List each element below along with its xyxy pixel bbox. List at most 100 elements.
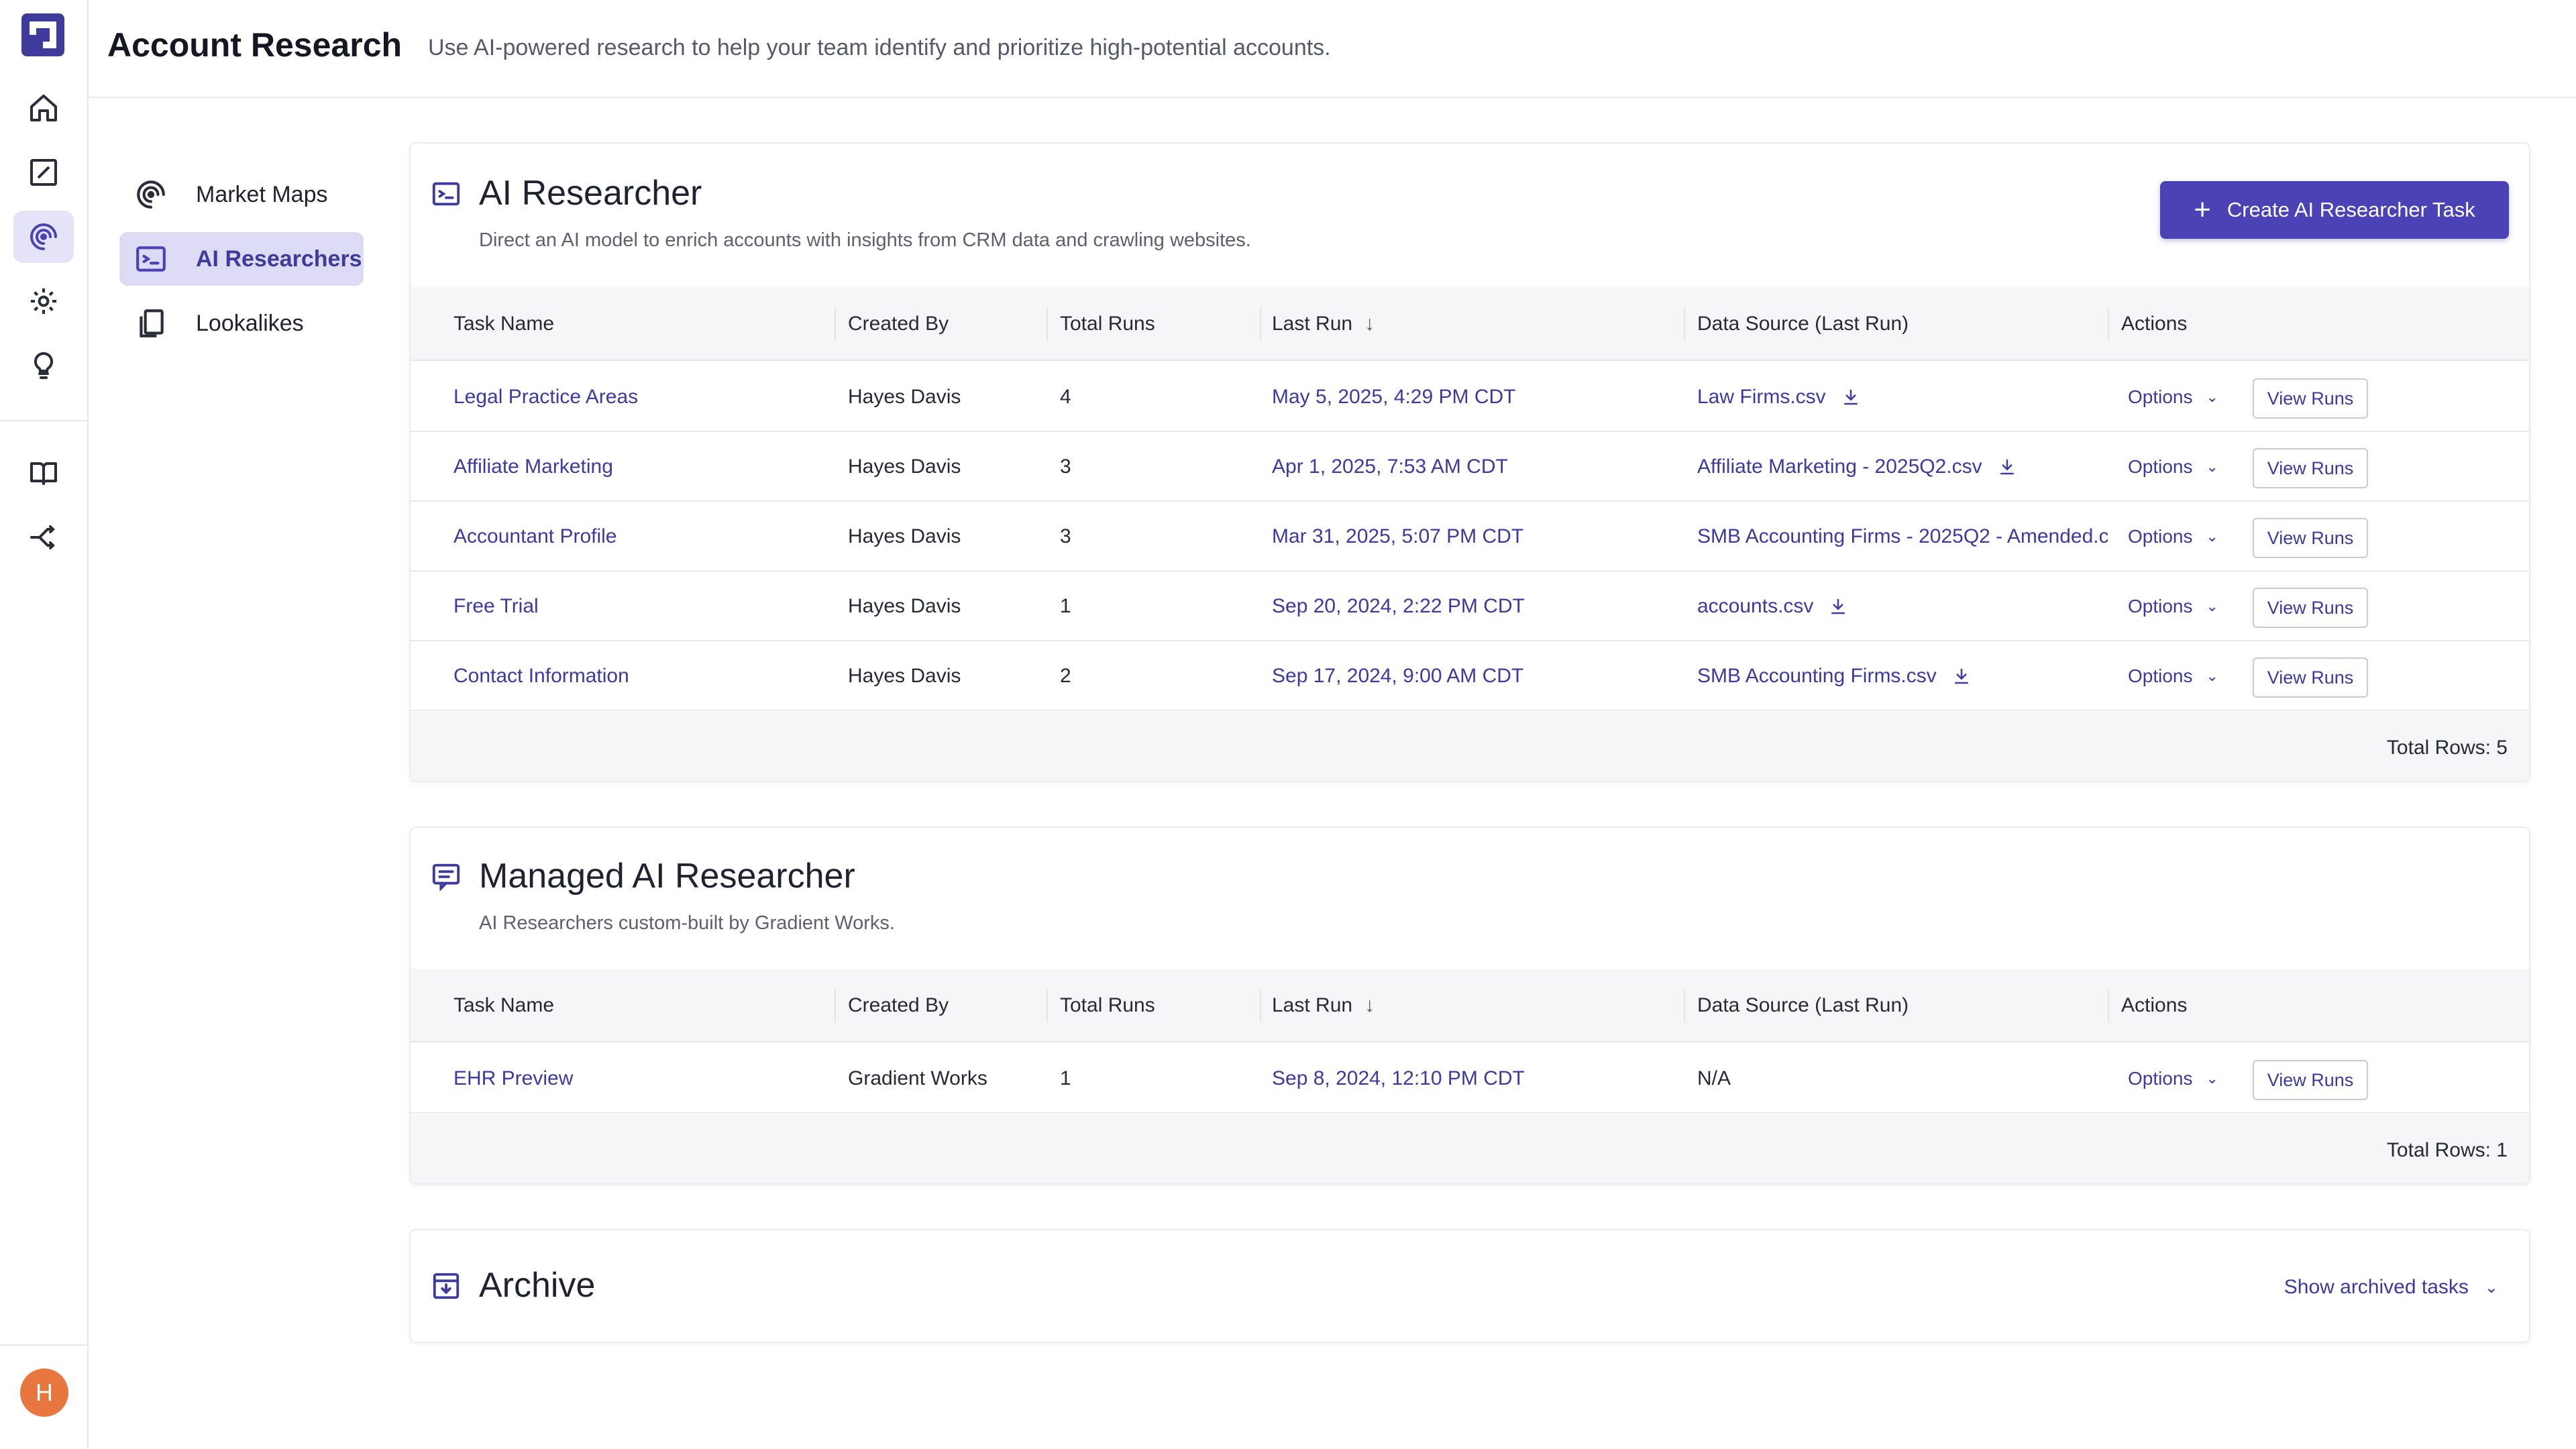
column-divider bbox=[835, 989, 836, 1022]
created-by-cell: Hayes Davis bbox=[848, 665, 961, 687]
rail-workflow-button[interactable] bbox=[13, 511, 74, 564]
column-header-data-source[interactable]: Data Source (Last Run) bbox=[1697, 287, 1909, 361]
data-source-cell[interactable]: accounts.csv bbox=[1697, 572, 2113, 641]
sort-down-icon[interactable]: ↓ bbox=[1364, 994, 1375, 1017]
task-name-link[interactable]: EHR Preview bbox=[453, 1044, 829, 1114]
options-label: Options bbox=[2128, 386, 2193, 407]
subnav-item-market-maps[interactable]: Market Maps bbox=[119, 168, 364, 221]
show-archived-tasks-toggle[interactable]: Show archived tasks ⌄ bbox=[2284, 1271, 2498, 1304]
options-dropdown[interactable]: Options ⌄ bbox=[2128, 432, 2242, 502]
column-header-label: Last Run bbox=[1272, 313, 1353, 335]
view-runs-button[interactable]: View Runs bbox=[2253, 378, 2368, 419]
chevron-down-icon: ⌄ bbox=[2206, 667, 2218, 684]
page-header: Account Research Use AI-powered research… bbox=[89, 0, 2576, 98]
subnav-item-ai-researchers[interactable]: AI Researchers bbox=[119, 232, 364, 286]
task-name-link[interactable]: Contact Information bbox=[453, 641, 829, 711]
ai-researcher-card: AI Researcher Direct an AI model to enri… bbox=[409, 142, 2530, 782]
table-row: Free Trial Hayes Davis 1 Sep 20, 2024, 2… bbox=[411, 572, 2529, 641]
options-dropdown[interactable]: Options ⌄ bbox=[2128, 572, 2242, 641]
options-label: Options bbox=[2128, 1068, 2193, 1089]
column-header-last-run[interactable]: Last Run ↓ bbox=[1272, 287, 1375, 361]
column-header-total-runs[interactable]: Total Runs bbox=[1060, 969, 1155, 1042]
card-title: Managed AI Researcher bbox=[479, 857, 855, 896]
view-runs-button[interactable]: View Runs bbox=[2253, 1060, 2368, 1100]
last-run-link[interactable]: Apr 1, 2025, 7:53 AM CDT bbox=[1272, 432, 1674, 502]
create-ai-researcher-task-button[interactable]: + Create AI Researcher Task bbox=[2160, 181, 2509, 239]
task-name-link[interactable]: Accountant Profile bbox=[453, 502, 829, 572]
last-run-link[interactable]: Sep 17, 2024, 9:00 AM CDT bbox=[1272, 641, 1674, 711]
book-icon bbox=[30, 462, 57, 485]
column-header-data-source[interactable]: Data Source (Last Run) bbox=[1697, 969, 1909, 1042]
download-icon[interactable] bbox=[1828, 596, 1848, 616]
last-run-link[interactable]: Sep 8, 2024, 12:10 PM CDT bbox=[1272, 1044, 1674, 1114]
column-header-created-by[interactable]: Created By bbox=[848, 287, 949, 361]
download-icon[interactable] bbox=[1997, 457, 2017, 477]
table-row: EHR Preview Gradient Works 1 Sep 8, 2024… bbox=[411, 1044, 2529, 1114]
data-source-label: SMB Accounting Firms - 2025Q2 - Amended.… bbox=[1697, 525, 2108, 547]
rail-docs-button[interactable] bbox=[13, 447, 74, 499]
rail-research-button[interactable] bbox=[13, 211, 74, 263]
gear-icon bbox=[31, 288, 56, 314]
column-header-task-name[interactable]: Task Name bbox=[453, 969, 554, 1042]
column-header-task-name[interactable]: Task Name bbox=[453, 287, 554, 361]
last-run-link[interactable]: May 5, 2025, 4:29 PM CDT bbox=[1272, 362, 1674, 432]
chat-box-icon bbox=[432, 863, 460, 892]
total-rows: Total Rows: 5 bbox=[2386, 737, 2508, 759]
task-name-link[interactable]: Affiliate Marketing bbox=[453, 432, 829, 502]
column-header-created-by[interactable]: Created By bbox=[848, 969, 949, 1042]
last-run-link[interactable]: Mar 31, 2025, 5:07 PM CDT bbox=[1272, 502, 1674, 572]
table-row: Accountant Profile Hayes Davis 3 Mar 31,… bbox=[411, 502, 2529, 572]
created-by-cell: Hayes Davis bbox=[848, 525, 961, 547]
archive-card: Archive Show archived tasks ⌄ bbox=[409, 1229, 2530, 1343]
task-name-link[interactable]: Free Trial bbox=[453, 572, 829, 641]
sort-down-icon[interactable]: ↓ bbox=[1364, 313, 1375, 335]
radar-icon bbox=[30, 223, 57, 250]
rail-settings-button[interactable] bbox=[13, 275, 74, 327]
subnav-item-label: AI Researchers bbox=[196, 246, 362, 272]
lightbulb-icon bbox=[34, 352, 54, 379]
options-dropdown[interactable]: Options ⌄ bbox=[2128, 502, 2242, 572]
data-source-label: SMB Accounting Firms.csv bbox=[1697, 665, 1937, 687]
data-source-cell[interactable]: SMB Accounting Firms - 2025Q2 - Amended.… bbox=[1697, 502, 2108, 572]
data-source-cell[interactable]: Affiliate Marketing - 2025Q2.csv bbox=[1697, 432, 2113, 502]
options-dropdown[interactable]: Options ⌄ bbox=[2128, 641, 2242, 711]
view-runs-button[interactable]: View Runs bbox=[2253, 657, 2368, 698]
page-subtitle: Use AI-powered research to help your tea… bbox=[428, 35, 1331, 60]
rail-divider bbox=[0, 420, 89, 421]
data-source-cell: N/A bbox=[1697, 1044, 2108, 1114]
column-header-total-runs[interactable]: Total Runs bbox=[1060, 287, 1155, 361]
rail-ideas-button[interactable] bbox=[13, 339, 74, 392]
page-title: Account Research bbox=[107, 26, 402, 64]
view-runs-button[interactable]: View Runs bbox=[2253, 518, 2368, 558]
column-divider bbox=[2108, 989, 2109, 1022]
avatar[interactable]: H bbox=[20, 1368, 68, 1417]
view-runs-button[interactable]: View Runs bbox=[2253, 448, 2368, 488]
view-runs-button[interactable]: View Runs bbox=[2253, 588, 2368, 628]
data-source-cell[interactable]: SMB Accounting Firms.csv bbox=[1697, 641, 2113, 711]
column-divider bbox=[1046, 307, 1048, 341]
total-runs-cell: 2 bbox=[1060, 665, 1071, 687]
column-divider bbox=[1260, 989, 1261, 1022]
terminal-icon bbox=[432, 182, 460, 206]
created-by-cell: Hayes Davis bbox=[848, 386, 961, 408]
total-rows: Total Rows: 1 bbox=[2386, 1139, 2508, 1161]
column-divider bbox=[1684, 989, 1685, 1022]
table-footer: Total Rows: 1 bbox=[411, 1115, 2529, 1183]
task-name-link[interactable]: Legal Practice Areas bbox=[453, 362, 829, 432]
download-icon[interactable] bbox=[1841, 387, 1861, 407]
app-logo[interactable] bbox=[21, 13, 64, 56]
plus-icon: + bbox=[2194, 193, 2211, 226]
rail-edit-button[interactable] bbox=[13, 146, 74, 199]
last-run-link[interactable]: Sep 20, 2024, 2:22 PM CDT bbox=[1272, 572, 1674, 641]
radar-icon bbox=[137, 180, 165, 209]
subnav-item-lookalikes[interactable]: Lookalikes bbox=[119, 297, 364, 350]
options-dropdown[interactable]: Options ⌄ bbox=[2128, 1044, 2242, 1114]
terminal-icon bbox=[136, 246, 166, 272]
data-source-cell[interactable]: Law Firms.csv bbox=[1697, 362, 2113, 432]
rail-home-button[interactable] bbox=[13, 82, 74, 134]
create-button-label: Create AI Researcher Task bbox=[2226, 198, 2475, 221]
rail-divider bbox=[0, 1344, 89, 1346]
options-dropdown[interactable]: Options ⌄ bbox=[2128, 362, 2242, 432]
column-header-last-run[interactable]: Last Run ↓ bbox=[1272, 969, 1375, 1042]
download-icon[interactable] bbox=[1951, 666, 1972, 686]
